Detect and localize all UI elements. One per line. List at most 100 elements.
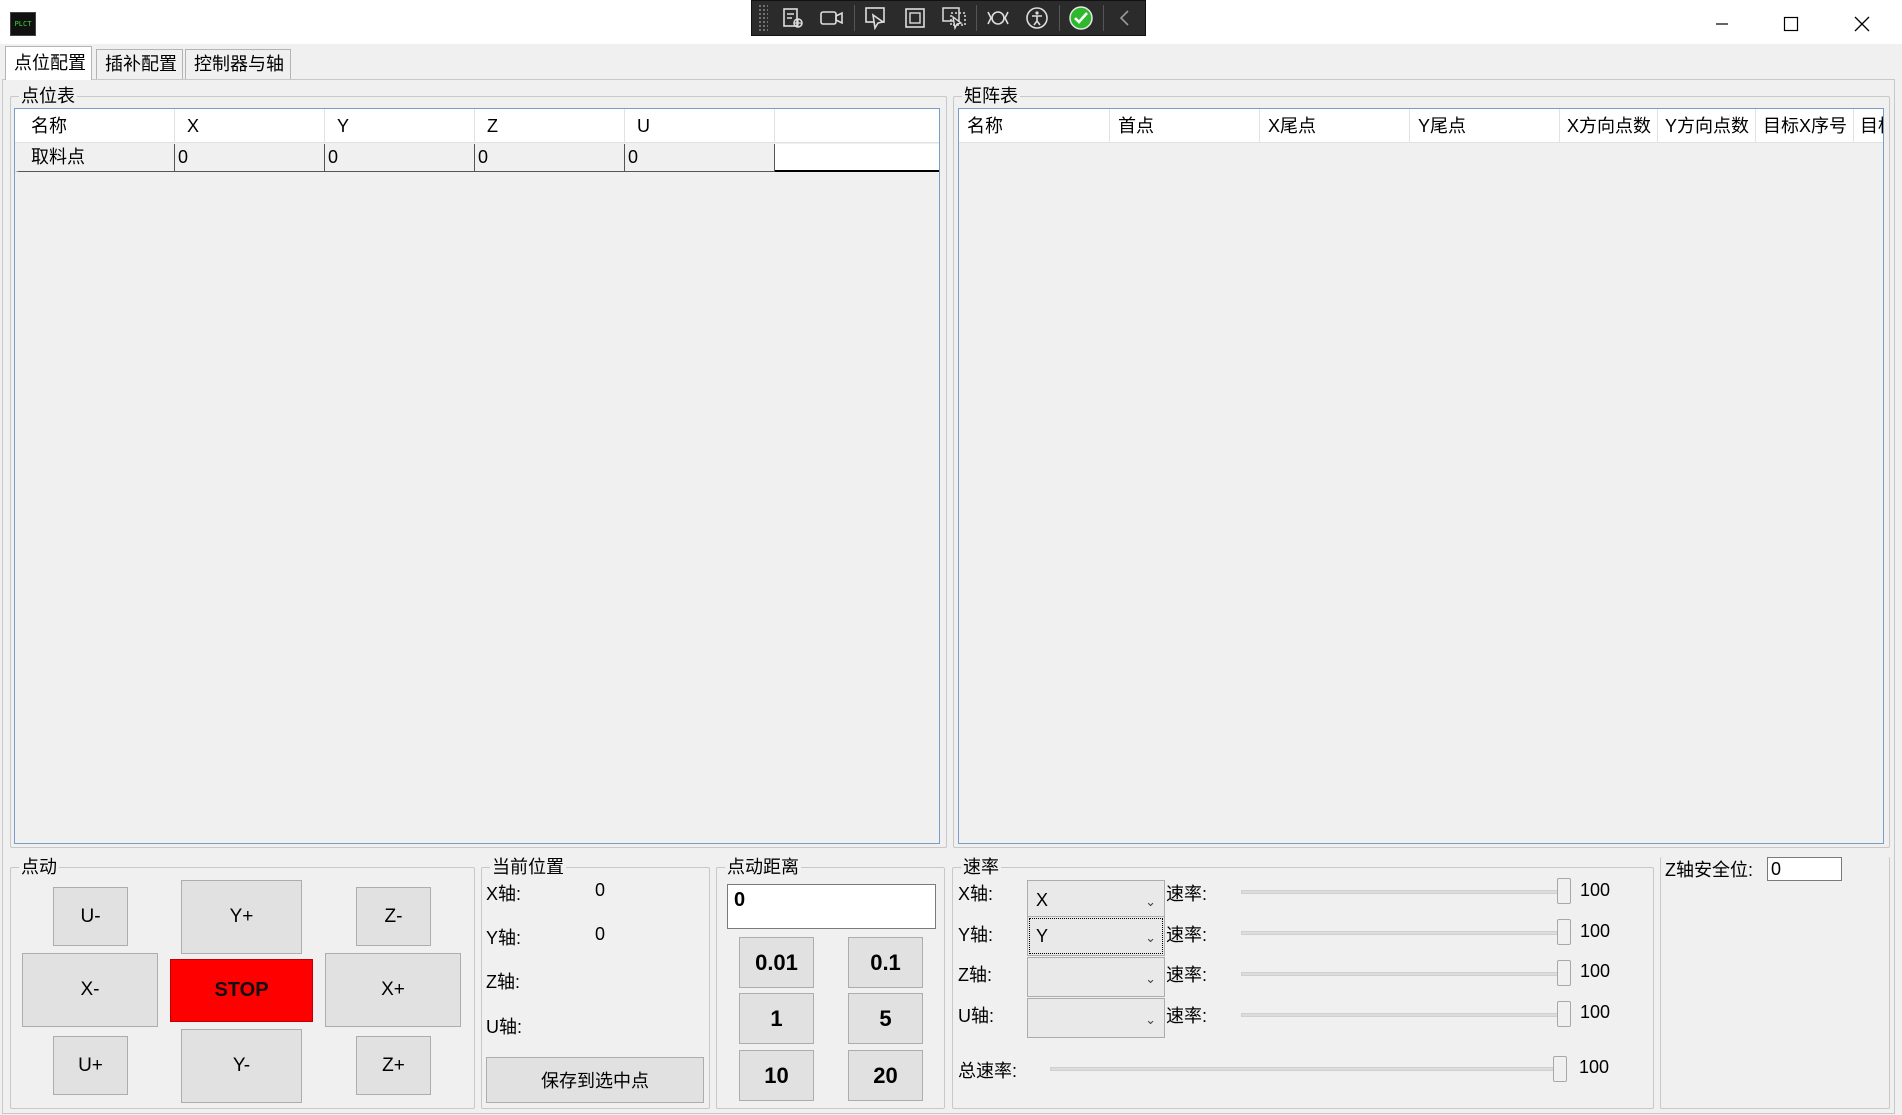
jog-x-plus-button[interactable]: X+	[325, 953, 461, 1027]
column-header-target-x-index[interactable]: 目标X序号	[1756, 109, 1854, 143]
jog-title: 点动	[19, 855, 59, 879]
point-table-grid[interactable]: 名称 X Y Z U 取料点 0 0 0 0	[14, 108, 940, 844]
cell-u[interactable]: 0	[625, 144, 775, 172]
y-rate-slider-track	[1241, 931, 1564, 935]
column-header-y[interactable]: Y	[325, 109, 475, 143]
total-rate-slider-thumb[interactable]	[1553, 1056, 1567, 1082]
column-header-x[interactable]: X	[175, 109, 325, 143]
u-rate-label: 速率:	[1166, 1006, 1208, 1026]
jog-distance-title: 点动距离	[725, 855, 801, 879]
jog-z-plus-button[interactable]: Z+	[356, 1036, 431, 1095]
speed-y-axis-label: Y轴:	[958, 925, 994, 945]
cell-name[interactable]: 取料点	[15, 144, 175, 172]
table-row[interactable]: 取料点 0 0 0 0	[15, 144, 939, 172]
jog-distance-input[interactable]: 0	[727, 884, 936, 929]
jog-u-minus-button[interactable]: U-	[53, 887, 128, 946]
frame-icon[interactable]	[896, 1, 935, 35]
z-rate-slider-thumb[interactable]	[1557, 960, 1571, 986]
tab-interpolation-config[interactable]: 插补配置	[96, 49, 183, 79]
jog-distance-0.1-button[interactable]: 0.1	[848, 937, 923, 988]
y-rate-slider-thumb[interactable]	[1557, 919, 1571, 945]
jog-distance-5-button[interactable]: 5	[848, 993, 923, 1044]
u-axis-select[interactable]: ⌄	[1027, 998, 1165, 1038]
y-rate-value: 100	[1580, 921, 1611, 941]
stop-button[interactable]: STOP	[170, 959, 313, 1022]
app-icon: PLCT	[10, 12, 36, 36]
jog-distance-20-button[interactable]: 20	[848, 1050, 923, 1101]
live-tree-icon[interactable]	[979, 1, 1018, 35]
close-button[interactable]	[1832, 4, 1892, 44]
column-header-y-count[interactable]: Y方向点数	[1658, 109, 1756, 143]
column-header-y-end-point[interactable]: Y尾点	[1410, 109, 1560, 143]
y-position-value: 0	[595, 924, 606, 944]
matrix-table-header: 名称 首点 X尾点 Y尾点 X方向点数 Y方向点数 目标X序号 目标	[959, 109, 1883, 143]
cell-x[interactable]: 0	[175, 144, 325, 172]
jog-z-minus-button[interactable]: Z-	[356, 887, 431, 946]
point-table-title: 点位表	[19, 84, 77, 108]
tab-controller-axis[interactable]: 控制器与轴	[185, 49, 291, 79]
u-rate-slider-thumb[interactable]	[1557, 1001, 1571, 1027]
maximize-button[interactable]	[1761, 4, 1821, 44]
minimize-icon	[1716, 23, 1728, 25]
speed-title: 速率	[961, 855, 1001, 879]
x-position-value: 0	[595, 880, 606, 900]
column-header-name[interactable]: 名称	[15, 109, 175, 143]
jog-y-minus-button[interactable]: Y-	[181, 1029, 302, 1103]
cell-y[interactable]: 0	[325, 144, 475, 172]
jog-u-plus-button[interactable]: U+	[53, 1036, 128, 1095]
collapse-chevron-icon[interactable]	[1106, 1, 1145, 35]
y-axis-select[interactable]: Y ⌄	[1027, 916, 1165, 956]
debug-overlay-toolbar	[751, 0, 1146, 36]
jog-distance-1-button[interactable]: 1	[739, 993, 814, 1044]
select-element-icon[interactable]	[774, 1, 813, 35]
title-bar: PLCT	[0, 0, 1902, 44]
jog-distance-10-button[interactable]: 10	[739, 1050, 814, 1101]
tab-point-config[interactable]: 点位配置	[5, 46, 92, 80]
matrix-table-grid[interactable]: 名称 首点 X尾点 Y尾点 X方向点数 Y方向点数 目标X序号 目标	[958, 108, 1884, 844]
close-icon	[1854, 16, 1870, 32]
chevron-down-icon: ⌄	[1145, 1012, 1156, 1027]
column-header-u[interactable]: U	[625, 109, 775, 143]
toolbar-grip-icon[interactable]	[758, 4, 768, 32]
check-icon[interactable]	[1062, 1, 1101, 35]
accessibility-icon[interactable]	[1018, 1, 1057, 35]
z-safe-group	[1660, 857, 1890, 1109]
jog-distance-0.01-button[interactable]: 0.01	[739, 937, 814, 988]
maximize-icon	[1783, 16, 1799, 32]
column-header-x-end-point[interactable]: X尾点	[1260, 109, 1410, 143]
pointer-select-icon[interactable]	[857, 1, 896, 35]
cell-empty[interactable]	[775, 144, 939, 172]
z-axis-select[interactable]: ⌄	[1027, 957, 1165, 997]
z-safe-label: Z轴安全位:	[1665, 860, 1753, 880]
column-header-name[interactable]: 名称	[959, 109, 1110, 143]
column-header-x-count[interactable]: X方向点数	[1560, 109, 1658, 143]
jog-y-plus-button[interactable]: Y+	[181, 880, 302, 954]
x-axis-label: X轴:	[486, 884, 522, 904]
u-rate-value: 100	[1580, 1002, 1611, 1022]
total-rate-label: 总速率:	[958, 1061, 1018, 1081]
record-icon[interactable]	[813, 1, 852, 35]
total-rate-slider-track	[1050, 1067, 1560, 1071]
u-rate-slider-track	[1241, 1013, 1564, 1017]
point-table-header: 名称 X Y Z U	[15, 109, 939, 143]
x-rate-slider-thumb[interactable]	[1557, 878, 1571, 904]
track-focus-icon[interactable]	[935, 1, 974, 35]
z-rate-label: 速率:	[1166, 965, 1208, 985]
matrix-table-title: 矩阵表	[962, 84, 1020, 108]
jog-x-minus-button[interactable]: X-	[22, 953, 158, 1027]
column-header-first-point[interactable]: 首点	[1110, 109, 1260, 143]
chevron-down-icon: ⌄	[1145, 930, 1156, 945]
speed-x-axis-label: X轴:	[958, 884, 994, 904]
x-axis-select[interactable]: X ⌄	[1027, 880, 1165, 920]
current-position-title: 当前位置	[490, 855, 566, 879]
column-header-target-truncated[interactable]: 目标	[1854, 109, 1883, 143]
save-to-selected-point-button[interactable]: 保存到选中点	[486, 1057, 704, 1103]
z-rate-value: 100	[1580, 961, 1611, 981]
total-rate-value: 100	[1579, 1057, 1610, 1077]
z-safe-input[interactable]: 0	[1767, 857, 1842, 881]
cell-z[interactable]: 0	[475, 144, 625, 172]
y-axis-label: Y轴:	[486, 928, 522, 948]
column-header-z[interactable]: Z	[475, 109, 625, 143]
minimize-button[interactable]	[1692, 4, 1752, 44]
speed-z-axis-label: Z轴:	[958, 965, 992, 985]
